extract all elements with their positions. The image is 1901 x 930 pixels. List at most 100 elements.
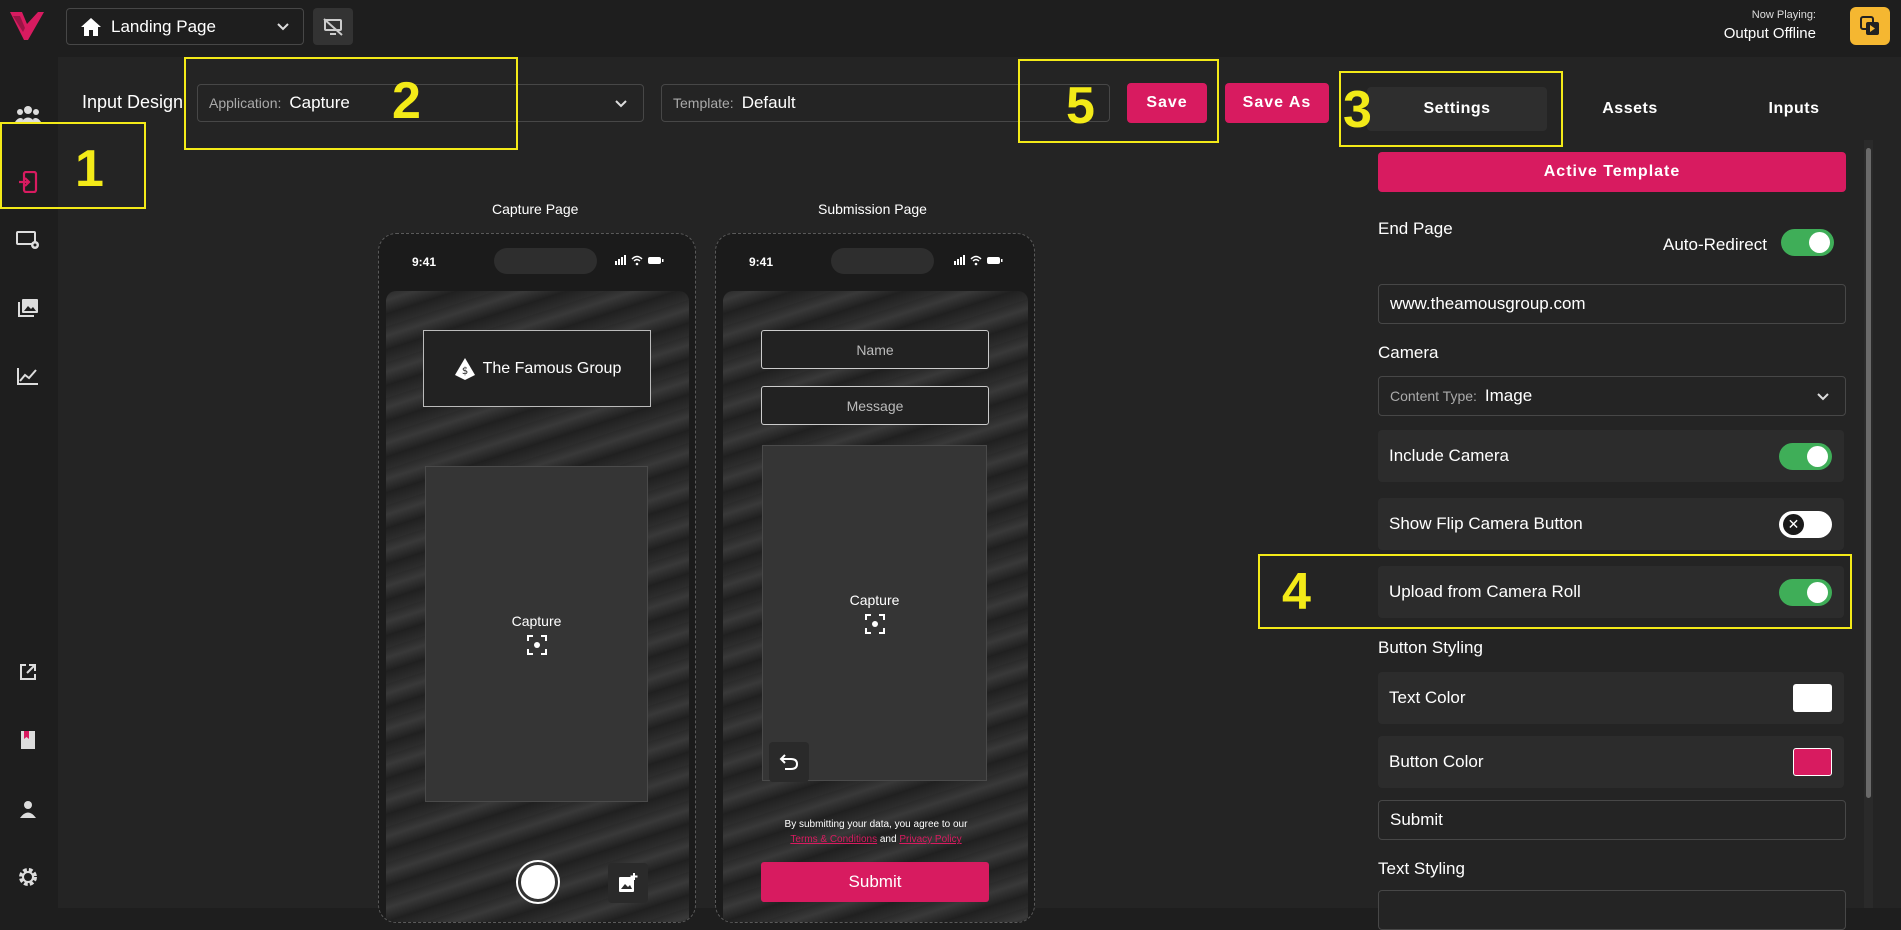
include-camera-toggle[interactable] <box>1779 443 1832 470</box>
settings-scrollbar[interactable] <box>1864 140 1873 908</box>
auto-redirect-label: Auto-Redirect <box>1663 235 1767 254</box>
focus-capture-icon <box>864 614 885 634</box>
status-time: 9:41 <box>749 255 774 269</box>
sidebar-item-docs[interactable] <box>13 725 43 755</box>
camera-roll-button[interactable] <box>608 863 648 903</box>
button-styling-title: Button Styling <box>1378 638 1483 657</box>
sidebar-item-settings[interactable] <box>13 862 43 892</box>
tab-assets[interactable]: Assets <box>1560 87 1700 131</box>
content-type-select[interactable]: Content Type: Image <box>1378 376 1846 416</box>
tab-assets-label: Assets <box>1602 100 1658 117</box>
open-external-icon <box>20 664 36 680</box>
tab-inputs[interactable]: Inputs <box>1724 87 1864 131</box>
button-color-swatch[interactable] <box>1793 748 1832 776</box>
page-selector[interactable]: Landing Page <box>66 8 304 45</box>
submit-button[interactable]: Submit <box>761 862 989 902</box>
group-icon <box>15 106 41 122</box>
text-color-label: Text Color <box>1389 688 1466 707</box>
sidebar-item-analytics[interactable] <box>13 361 43 391</box>
privacy-link[interactable]: Privacy Policy <box>899 834 961 845</box>
text-color-row: Text Color <box>1378 672 1844 724</box>
capture-label: Capture <box>849 592 900 608</box>
line-chart-icon <box>17 368 38 385</box>
annotation-box-4 <box>1258 554 1852 629</box>
sidebar-item-profile[interactable] <box>13 794 43 824</box>
logo-diamond-icon: $ <box>454 357 475 380</box>
layers-play-icon <box>1860 16 1879 35</box>
annotation-box-3 <box>1339 71 1563 147</box>
sidebar-item-display-settings[interactable] <box>13 225 43 255</box>
terms-link[interactable]: Terms & Conditions <box>790 834 877 845</box>
close-icon: ✕ <box>1783 514 1804 535</box>
content-type-value: Image <box>1484 386 1533 405</box>
template-label: Template: <box>673 95 734 111</box>
retake-button[interactable] <box>769 742 809 782</box>
sidebar-item-open-external[interactable] <box>13 657 43 687</box>
end-page-url-value: www.theamousgroup.com <box>1390 294 1586 313</box>
tab-inputs-label: Inputs <box>1768 100 1820 117</box>
now-playing-label: Now Playing: <box>1751 9 1816 21</box>
template-value: Default <box>741 93 796 112</box>
disclaimer-prefix: By submitting your data, you agree to ou… <box>784 819 968 830</box>
add-photo-icon <box>619 873 638 892</box>
shutter-button[interactable] <box>518 862 558 902</box>
status-time: 9:41 <box>412 255 437 269</box>
include-camera-row: Include Camera <box>1378 430 1844 482</box>
capture-area[interactable]: Capture <box>762 445 987 781</box>
annotation-number-5: 5 <box>1066 77 1095 135</box>
submission-page-title: Submission Page <box>818 201 927 217</box>
auto-redirect-toggle[interactable] <box>1781 229 1834 256</box>
annotation-box-2 <box>184 57 518 150</box>
annotation-number-3: 3 <box>1343 81 1372 139</box>
text-color-swatch[interactable] <box>1793 684 1832 712</box>
annotation-number-1: 1 <box>75 140 104 198</box>
button-text-input[interactable]: Submit <box>1378 800 1846 840</box>
status-icons <box>615 255 664 266</box>
button-text-value: Submit <box>1390 810 1443 829</box>
button-color-label: Button Color <box>1389 752 1484 771</box>
save-as-button[interactable]: Save As <box>1225 83 1329 123</box>
message-input[interactable]: Message <box>761 386 989 425</box>
end-page-title: End Page <box>1378 219 1453 238</box>
disclaimer-text: By submitting your data, you agree to ou… <box>726 817 1026 847</box>
book-icon <box>21 731 35 749</box>
page-title: Input Design <box>82 92 184 112</box>
active-template-button[interactable]: Active Template <box>1378 152 1846 192</box>
page-selector-value: Landing Page <box>111 16 216 36</box>
include-camera-label: Include Camera <box>1389 446 1510 465</box>
monitor-off-button[interactable] <box>313 8 353 45</box>
gear-icon <box>19 868 37 886</box>
name-placeholder: Name <box>856 341 894 358</box>
submit-label: Submit <box>848 872 902 891</box>
monitor-gear-icon <box>16 231 39 249</box>
capture-area[interactable]: Capture <box>425 466 648 802</box>
end-page-url-input[interactable]: www.theamousgroup.com <box>1378 284 1846 324</box>
app-logo-icon[interactable] <box>10 12 44 40</box>
chevron-down-icon <box>1817 393 1829 401</box>
submission-phone-preview: 9:41 Name Message Capture By submitting … <box>715 233 1035 923</box>
message-placeholder: Message <box>846 397 904 414</box>
text-styling-select[interactable] <box>1378 890 1846 930</box>
dynamic-island <box>831 248 934 274</box>
annotation-number-4: 4 <box>1282 563 1311 621</box>
annotation-box-1 <box>0 122 146 209</box>
text-styling-title: Text Styling <box>1378 859 1465 878</box>
name-input[interactable]: Name <box>761 330 989 369</box>
capture-page-title: Capture Page <box>492 201 579 217</box>
focus-capture-icon <box>526 635 547 655</box>
home-icon <box>81 17 101 36</box>
svg-text:$: $ <box>461 366 467 377</box>
dynamic-island <box>494 248 597 274</box>
capture-phone-preview: 9:41 $ The Famous Group Capture <box>378 233 696 923</box>
show-flip-camera-row: Show Flip Camera Button ✕ <box>1378 498 1844 550</box>
button-color-row: Button Color <box>1378 736 1844 788</box>
famous-group-logo: $ The Famous Group <box>423 330 651 407</box>
chevron-down-icon <box>615 100 627 108</box>
chevron-down-icon <box>277 23 289 31</box>
show-flip-camera-label: Show Flip Camera Button <box>1389 514 1583 533</box>
disclaimer-and: and <box>879 834 897 845</box>
sidebar-item-media[interactable] <box>13 293 43 323</box>
status-icons <box>954 255 1003 266</box>
output-badge[interactable] <box>1850 7 1890 45</box>
show-flip-camera-toggle[interactable]: ✕ <box>1779 511 1832 538</box>
